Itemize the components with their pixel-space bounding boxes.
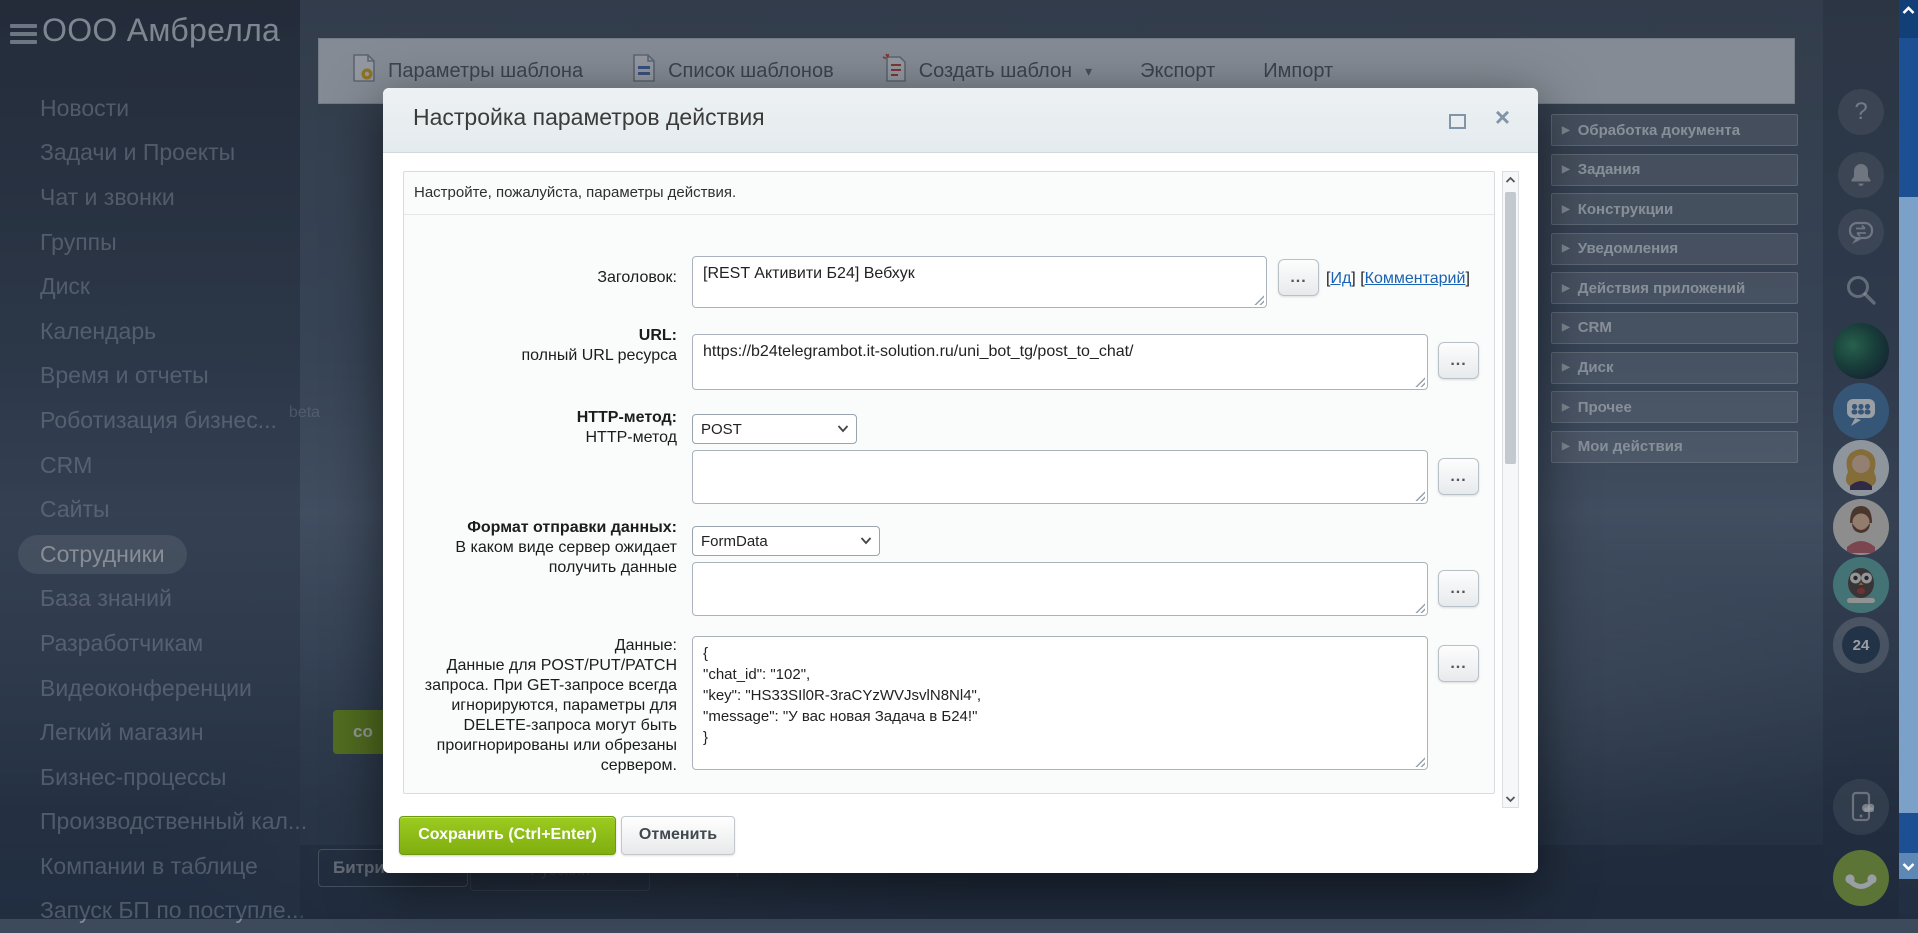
format-ellipsis-button[interactable]: ... — [1438, 570, 1479, 607]
dialog-body: Настройте, пожалуйста, параметры действи… — [383, 153, 1538, 874]
scroll-down-icon[interactable] — [1899, 853, 1918, 879]
method-params-field-wrap — [692, 450, 1428, 504]
save-button[interactable]: Сохранить (Ctrl+Enter) — [399, 816, 616, 855]
scrollbar-thumb[interactable] — [1899, 197, 1918, 813]
divider — [404, 214, 1494, 215]
minimize-icon[interactable] — [1449, 114, 1466, 129]
method-ellipsis-button[interactable]: ... — [1438, 458, 1479, 495]
scroll-up-icon[interactable] — [1503, 172, 1518, 188]
url-label: URL: полный URL ресурса — [521, 327, 677, 364]
data-ellipsis-button[interactable]: ... — [1438, 645, 1479, 682]
title-field-wrap: [REST Активити Б24] Вебхук — [692, 256, 1267, 308]
scroll-up-icon[interactable] — [1899, 0, 1918, 38]
dialog-header: Настройка параметров действия × — [383, 88, 1538, 153]
comment-link[interactable]: Комментарий — [1365, 270, 1466, 287]
format-select-box: FormData — [692, 526, 880, 556]
scrollbar-track-bottom[interactable] — [1899, 813, 1918, 853]
page-scrollbar[interactable] — [1899, 0, 1918, 919]
close-icon[interactable]: × — [1495, 102, 1510, 133]
scrollbar-thumb[interactable] — [1505, 192, 1516, 464]
data-label: Данные: Данные для POST/PUT/PATCH запроса… — [424, 637, 677, 774]
url-ellipsis-button[interactable]: ... — [1438, 342, 1479, 379]
scroll-down-icon[interactable] — [1503, 791, 1518, 807]
url-field-wrap: https://b24telegrambot.it-solution.ru/un… — [692, 334, 1428, 390]
format-params-field[interactable] — [692, 562, 1428, 616]
data-field-wrap: { "chat_id": "102", "key": "HS33SIl0R-3r… — [692, 636, 1428, 770]
http-method-select[interactable]: POST — [692, 414, 857, 444]
url-field[interactable]: https://b24telegrambot.it-solution.ru/un… — [692, 334, 1428, 390]
http-method-label: HTTP-метод: HTTP-метод — [576, 409, 677, 446]
data-field[interactable]: { "chat_id": "102", "key": "HS33SIl0R-3r… — [692, 636, 1428, 770]
http-method-select-box: POST — [692, 414, 857, 444]
title-links: [Ид] [Комментарий] — [1326, 270, 1470, 287]
intro-text: Настройте, пожалуйста, параметры действи… — [414, 184, 737, 201]
title-field[interactable]: [REST Активити Б24] Вебхук — [692, 256, 1267, 308]
cancel-button[interactable]: Отменить — [621, 816, 735, 855]
form-panel: Настройте, пожалуйста, параметры действи… — [403, 171, 1495, 794]
action-settings-dialog: Настройка параметров действия × Настройт… — [383, 88, 1538, 873]
id-link[interactable]: Ид — [1330, 270, 1351, 287]
format-select[interactable]: FormData — [692, 526, 880, 556]
format-label: Формат отправки данных: В каком виде серв… — [455, 519, 677, 576]
method-params-field[interactable] — [692, 450, 1428, 504]
dialog-scrollbar[interactable] — [1502, 171, 1519, 808]
dialog-title: Настройка параметров действия — [413, 104, 765, 130]
title-label: Заголовок: — [597, 269, 677, 286]
format-params-field-wrap — [692, 562, 1428, 616]
title-ellipsis-button[interactable]: ... — [1278, 259, 1319, 296]
scrollbar-track-top[interactable] — [1899, 38, 1918, 197]
